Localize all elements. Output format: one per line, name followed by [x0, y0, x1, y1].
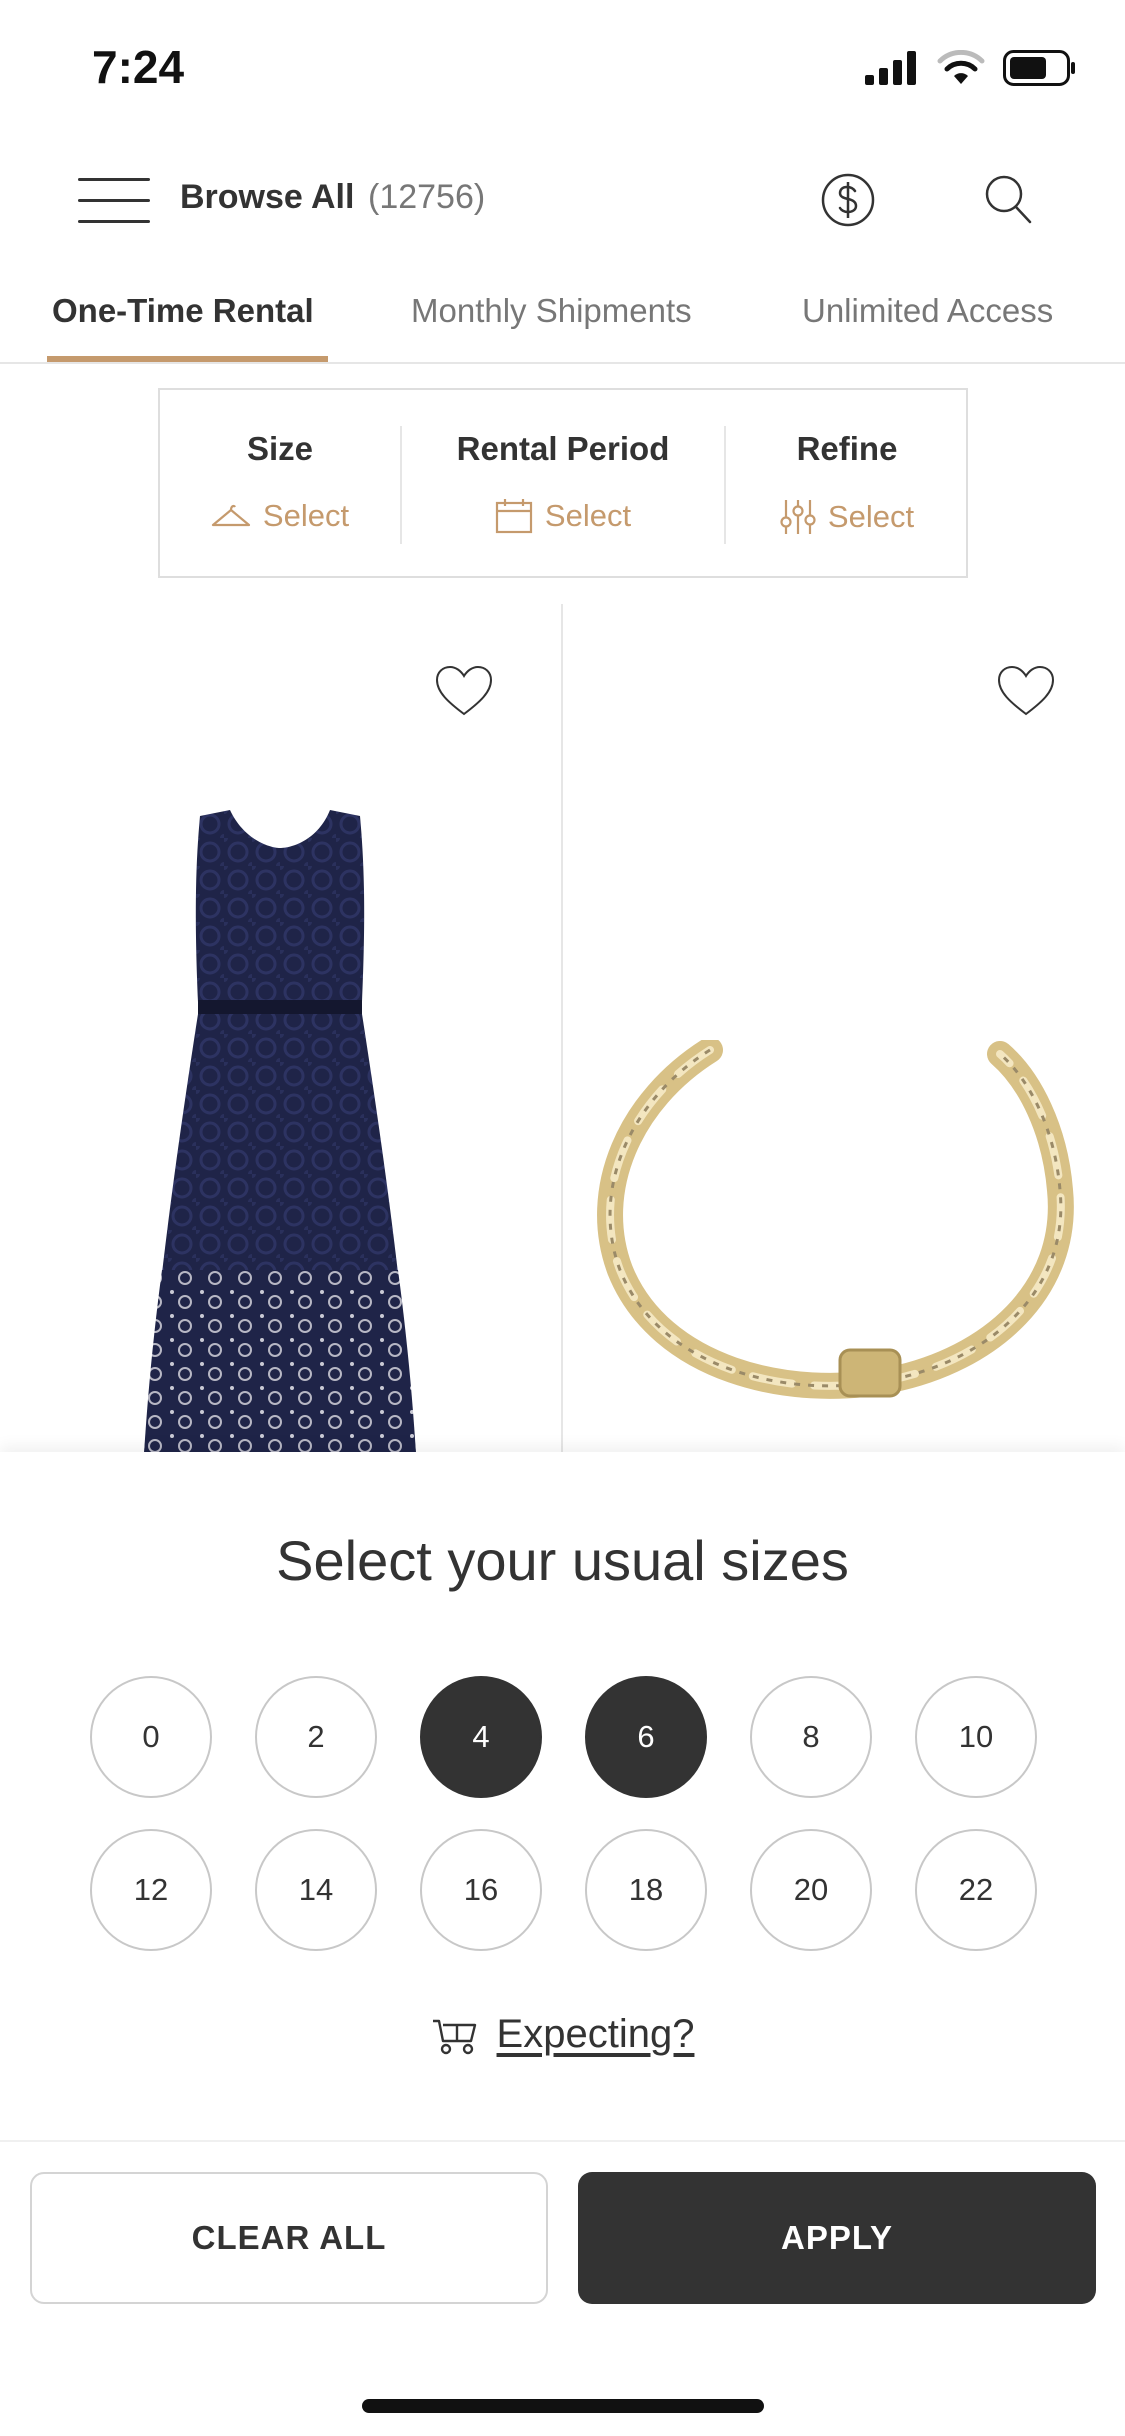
apply-button[interactable]: APPLY — [578, 2172, 1096, 2304]
hamburger-menu-icon[interactable] — [78, 175, 150, 225]
size-option[interactable]: 14 — [255, 1829, 377, 1951]
expecting-link[interactable]: Expecting? — [0, 2012, 1125, 2057]
filter-refine[interactable]: Refine Select — [726, 390, 968, 580]
page-title: Browse All — [180, 178, 355, 216]
size-option[interactable]: 10 — [915, 1676, 1037, 1798]
wifi-icon — [937, 50, 985, 84]
filter-size-value: Select — [262, 498, 350, 533]
dollar-icon[interactable] — [820, 172, 876, 228]
size-option[interactable]: 16 — [420, 1829, 542, 1951]
size-option[interactable]: 0 — [90, 1676, 212, 1798]
filter-refine-value: Select — [827, 499, 915, 534]
screen: 7:24 Browse All (12756) One-Time Rental … — [0, 0, 1125, 2436]
product-image-bracelet[interactable] — [590, 1040, 1080, 1420]
clear-all-button[interactable]: CLEAR ALL — [30, 2172, 548, 2304]
sheet-footer: CLEAR ALL APPLY — [0, 2140, 1125, 2436]
battery-icon — [1003, 50, 1075, 86]
home-indicator — [362, 2399, 764, 2413]
search-icon[interactable] — [980, 172, 1036, 228]
filter-bar: Size Select Rental Period Select Refine … — [158, 388, 968, 578]
product-image-dress[interactable] — [140, 810, 420, 1454]
filter-rental-period-value: Select — [544, 498, 632, 533]
filter-rental-period-label: Rental Period — [456, 430, 670, 467]
hanger-icon — [211, 504, 251, 527]
status-bar: 7:24 — [0, 0, 1125, 140]
results-count: (12756) — [368, 178, 486, 216]
heart-icon[interactable] — [434, 664, 494, 718]
filter-size-label: Size — [246, 430, 314, 467]
filter-size[interactable]: Size Select — [160, 390, 400, 580]
tab-monthly-shipments[interactable]: Monthly Shipments — [411, 292, 692, 330]
sheet-title: Select your usual sizes — [276, 1529, 849, 1592]
size-option[interactable]: 22 — [915, 1829, 1037, 1951]
active-tab-indicator — [47, 356, 328, 362]
rental-type-tabs: One-Time Rental Monthly Shipments Unlimi… — [0, 280, 1125, 364]
tab-unlimited-access[interactable]: Unlimited Access — [802, 292, 1053, 330]
size-option[interactable]: 20 — [750, 1829, 872, 1951]
size-option[interactable]: 2 — [255, 1676, 377, 1798]
filter-refine-label: Refine — [796, 430, 898, 467]
filter-rental-period[interactable]: Rental Period Select — [402, 390, 724, 580]
tab-one-time-rental[interactable]: One-Time Rental — [52, 292, 314, 330]
size-option[interactable]: 6 — [585, 1676, 707, 1798]
grid-divider — [561, 604, 563, 1454]
size-option[interactable]: 18 — [585, 1829, 707, 1951]
size-option[interactable]: 8 — [750, 1676, 872, 1798]
calendar-icon — [495, 499, 533, 534]
sliders-icon — [780, 500, 816, 534]
status-time: 7:24 — [92, 41, 185, 93]
heart-icon[interactable] — [996, 664, 1056, 718]
header: Browse All (12756) — [0, 150, 1125, 250]
status-icons — [865, 50, 1077, 86]
stroller-icon — [432, 2019, 476, 2054]
size-option[interactable]: 4 — [420, 1676, 542, 1798]
expecting-label: Expecting? — [496, 2012, 695, 2056]
size-option[interactable]: 12 — [90, 1829, 212, 1951]
signal-icon — [865, 51, 916, 85]
